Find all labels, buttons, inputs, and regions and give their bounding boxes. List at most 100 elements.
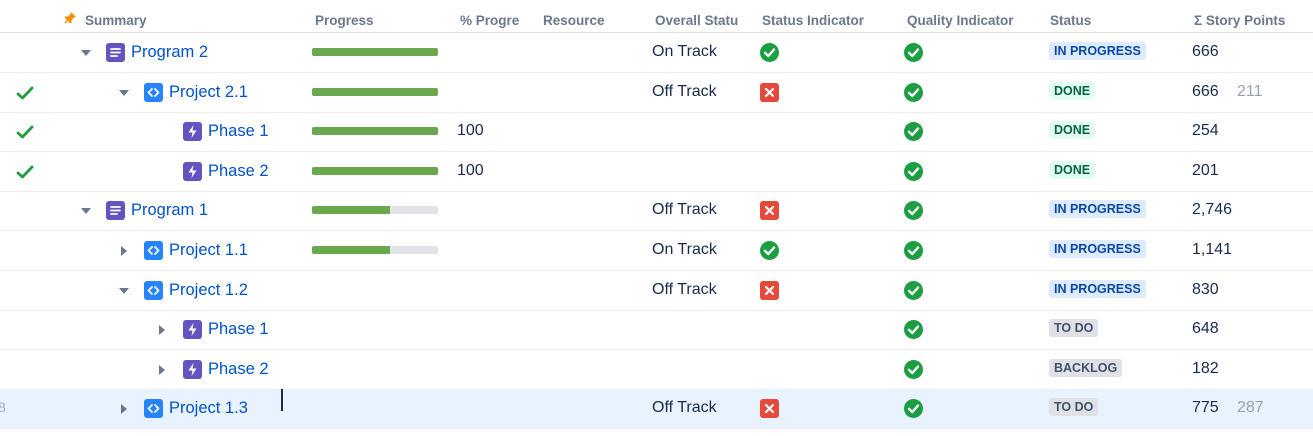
overall-status: Off Track [652, 201, 717, 219]
project-icon [144, 280, 163, 300]
phase-icon [183, 161, 202, 181]
table-row[interactable]: Project 1.1 On Track IN PROGRESS 1,141 [0, 231, 1313, 271]
column-story-points[interactable]: Σ Story Points [1194, 13, 1313, 28]
story-points: 2,746 [1192, 201, 1233, 219]
chevron-right-icon[interactable] [156, 324, 168, 336]
chevron-down-icon[interactable] [80, 205, 92, 217]
table-row[interactable]: Project 1.2 Off Track IN PROGRESS 830 [0, 271, 1313, 311]
row-number: 8 [0, 399, 6, 416]
overall-status: On Track [652, 43, 717, 60]
phase-icon [183, 122, 202, 142]
story-points: 201 [1192, 161, 1219, 179]
issue-summary-link[interactable]: Project 1.2 [169, 281, 248, 300]
column-status[interactable]: Status [1050, 13, 1170, 28]
status-badge[interactable]: IN PROGRESS [1049, 240, 1146, 258]
status-badge[interactable]: TO DO [1049, 398, 1099, 417]
issue-summary-link[interactable]: Program 2 [131, 43, 208, 62]
progress-bar [312, 48, 438, 56]
status-badge[interactable]: DONE [1049, 81, 1096, 100]
status-badge[interactable]: DONE [1049, 160, 1096, 179]
status-ok-icon [760, 43, 779, 62]
story-points: 648 [1192, 320, 1219, 338]
progress-bar-fill [312, 48, 438, 56]
overall-status: Off Track [652, 399, 717, 417]
progress-bar-fill [312, 166, 438, 175]
issue-summary-link[interactable]: Phase 2 [208, 162, 269, 181]
project-icon [144, 82, 163, 102]
overall-status: On Track [652, 241, 717, 258]
story-points: 666 [1192, 43, 1219, 60]
table-header: Summary Progress % Progre Resource Overa… [0, 0, 1313, 33]
column-progress[interactable]: Progress [315, 13, 445, 28]
issue-summary-link[interactable]: Project 2.1 [169, 83, 248, 102]
status-badge[interactable]: IN PROGRESS [1049, 279, 1146, 298]
chevron-right-icon[interactable] [118, 245, 130, 257]
status-badge[interactable]: IN PROGRESS [1049, 42, 1146, 60]
chevron-down-icon[interactable] [118, 87, 130, 99]
table-row[interactable]: Program 2 On Track IN PROGRESS 666 [0, 33, 1313, 73]
progress-bar-fill [312, 127, 438, 136]
quality-ok-icon [904, 161, 923, 181]
column-status-indicator[interactable]: Status Indicator [762, 13, 897, 28]
chevron-right-icon[interactable] [118, 403, 130, 415]
quality-ok-icon [904, 359, 923, 379]
progress-bar [312, 206, 438, 215]
status-error-icon [760, 399, 779, 419]
column-quality-indicator[interactable]: Quality Indicator [907, 13, 1042, 28]
phase-icon [183, 359, 202, 379]
status-error-icon [760, 201, 779, 221]
story-points: 182 [1192, 359, 1219, 377]
column-resource[interactable]: Resource [543, 13, 643, 28]
issue-summary-link[interactable]: Phase 2 [208, 360, 269, 379]
program-icon [106, 43, 125, 62]
story-points-secondary: 287 [1237, 399, 1264, 417]
quality-ok-icon [904, 320, 923, 340]
table-row[interactable]: Phase 2 BACKLOG 182 [0, 350, 1313, 390]
progress-bar-fill [312, 206, 391, 215]
phase-icon [183, 320, 202, 340]
status-badge[interactable]: TO DO [1049, 319, 1099, 338]
status-badge[interactable]: IN PROGRESS [1049, 200, 1146, 219]
status-badge[interactable]: BACKLOG [1049, 358, 1123, 377]
status-error-icon [760, 82, 779, 102]
table-row[interactable]: Phase 1 TO DO 648 [0, 310, 1313, 351]
progress-bar-fill [312, 87, 438, 96]
column-pct-progress[interactable]: % Progre [460, 13, 526, 28]
pin-icon[interactable] [63, 11, 77, 25]
status-ok-icon [760, 241, 779, 260]
overall-status: Off Track [652, 280, 717, 298]
issue-summary-link[interactable]: Project 1.3 [169, 399, 248, 418]
text-cursor [281, 389, 283, 411]
issue-summary-link[interactable]: Phase 1 [208, 122, 269, 141]
chevron-right-icon[interactable] [156, 364, 168, 376]
table-row[interactable]: Phase 2 100 DONE 201 [0, 152, 1313, 192]
issue-summary-link[interactable]: Phase 1 [208, 320, 269, 339]
done-check-icon [16, 165, 34, 179]
percent-progress: 100 [457, 122, 484, 140]
table-row[interactable]: Program 1 Off Track IN PROGRESS 2,746 [0, 191, 1313, 232]
quality-ok-icon [904, 122, 923, 142]
chevron-down-icon[interactable] [118, 285, 130, 297]
story-points: 775 [1192, 399, 1219, 417]
table-row[interactable]: Phase 1 100 DONE 254 [0, 112, 1313, 153]
project-icon [144, 241, 163, 260]
table-row[interactable]: 8 Project 1.3 Off Track TO DO 775 287 [0, 389, 1313, 430]
program-icon [106, 201, 125, 221]
issue-summary-link[interactable]: Program 1 [131, 201, 208, 220]
progress-bar [312, 87, 438, 96]
status-badge[interactable]: DONE [1049, 121, 1096, 140]
column-summary[interactable]: Summary [85, 13, 285, 28]
chevron-down-icon[interactable] [80, 47, 92, 59]
quality-ok-icon [904, 201, 923, 221]
done-check-icon [16, 125, 34, 139]
quality-ok-icon [904, 82, 923, 102]
project-icon [144, 399, 163, 419]
status-error-icon [760, 280, 779, 300]
issue-summary-link[interactable]: Project 1.1 [169, 241, 248, 260]
percent-progress: 100 [457, 161, 484, 179]
done-check-icon [16, 86, 34, 99]
story-points: 666 [1192, 82, 1219, 100]
quality-ok-icon [904, 280, 923, 300]
table-row[interactable]: Project 2.1 Off Track DONE 666 211 [0, 73, 1313, 113]
column-overall-status[interactable]: Overall Statu [655, 13, 746, 28]
